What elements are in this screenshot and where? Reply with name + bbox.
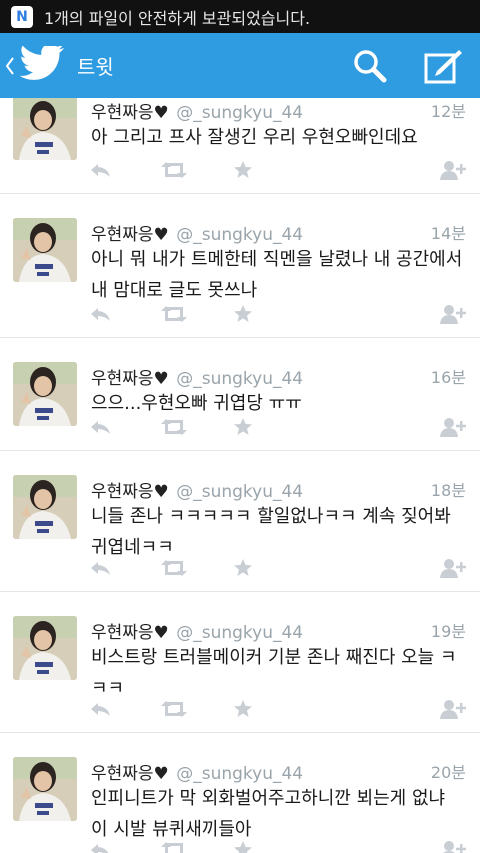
tweet-timestamp: 20분 <box>430 763 466 782</box>
avatar[interactable] <box>13 616 77 680</box>
app-bar: 트윗 <box>0 33 480 98</box>
tweet-item[interactable]: 우현짜응♥ @_sungkyu_44 20분인피니트가 막 외화벌어주고하니깐 뵈… <box>0 733 480 853</box>
follow-user-icon[interactable] <box>440 303 468 325</box>
tweet-item[interactable]: 우현짜응♥ @_sungkyu_44 12분아 그리고 프사 잘생긴 우리 우현오… <box>0 98 480 194</box>
user-handle[interactable]: @_sungkyu_44 <box>171 764 303 784</box>
tweet-timestamp: 18분 <box>430 481 466 500</box>
tweet-item[interactable]: 우현짜응♥ @_sungkyu_44 14분아니 뭐 내가 트메한테 직멘을 날렸… <box>0 194 480 338</box>
follow-user-icon[interactable] <box>440 159 468 181</box>
notification-text: 1개의 파일이 안전하게 보관되었습니다. <box>44 8 311 28</box>
user-display-name[interactable]: 우현짜응♥ <box>91 764 169 784</box>
favorite-star-icon[interactable] <box>233 159 253 181</box>
status-bar: N 1개의 파일이 안전하게 보관되었습니다. <box>0 0 480 33</box>
tweet-item[interactable]: 우현짜응♥ @_sungkyu_44 16분으으...우현오빠 귀엽당 ㅠㅠ <box>0 338 480 451</box>
user-handle[interactable]: @_sungkyu_44 <box>171 482 303 502</box>
tweet-actions <box>0 159 480 181</box>
favorite-star-icon[interactable] <box>233 303 253 325</box>
tweet-actions <box>0 839 480 853</box>
avatar[interactable] <box>13 757 77 821</box>
avatar[interactable] <box>13 98 77 160</box>
tweet-timestamp: 19분 <box>430 622 466 641</box>
reply-icon[interactable] <box>90 557 112 579</box>
tweet-timestamp: 12분 <box>430 102 466 121</box>
user-handle[interactable]: @_sungkyu_44 <box>171 623 303 643</box>
user-display-name[interactable]: 우현짜응♥ <box>91 623 169 643</box>
tweet-text: 아니 뭐 내가 트메한테 직멘을 날렸나 내 공간에서 내 맘대로 글도 못쓰나 <box>91 249 463 301</box>
favorite-star-icon[interactable] <box>233 839 253 853</box>
n-drive-app-icon: N <box>11 5 33 28</box>
retweet-icon[interactable] <box>159 303 189 325</box>
tweet-text: 으으...우현오빠 귀엽당 ㅠㅠ <box>91 393 302 414</box>
page-title: 트윗 <box>77 55 114 79</box>
compose-tweet-icon[interactable] <box>423 47 463 85</box>
tweet-actions <box>0 416 480 438</box>
tweet-text: 인피니트가 막 외화벌어주고하니깐 뵈는게 없냐 이 시발 뷰퀴새끼들아 <box>91 788 446 840</box>
user-display-name[interactable]: 우현짜응♥ <box>91 225 169 245</box>
follow-user-icon[interactable] <box>440 839 468 853</box>
user-handle[interactable]: @_sungkyu_44 <box>171 103 303 123</box>
tweet-item[interactable]: 우현짜응♥ @_sungkyu_44 18분니들 존나 ㅋㅋㅋㅋㅋ 할일없나ㅋㅋ … <box>0 451 480 592</box>
tweet-actions <box>0 303 480 325</box>
tweet-header: 우현짜응♥ @_sungkyu_44 <box>91 98 303 123</box>
search-icon[interactable] <box>352 48 388 84</box>
tweet-header: 우현짜응♥ @_sungkyu_44 <box>91 364 303 389</box>
retweet-icon[interactable] <box>159 159 189 181</box>
follow-user-icon[interactable] <box>440 698 468 720</box>
reply-icon[interactable] <box>90 839 112 853</box>
tweet-item[interactable]: 우현짜응♥ @_sungkyu_44 19분비스트랑 트러블메이커 기분 존나 째… <box>0 592 480 733</box>
favorite-star-icon[interactable] <box>233 416 253 438</box>
user-handle[interactable]: @_sungkyu_44 <box>171 225 303 245</box>
tweet-header: 우현짜응♥ @_sungkyu_44 <box>91 759 303 784</box>
user-display-name[interactable]: 우현짜응♥ <box>91 482 169 502</box>
retweet-icon[interactable] <box>159 416 189 438</box>
follow-user-icon[interactable] <box>440 416 468 438</box>
tweet-text: 아 그리고 프사 잘생긴 우리 우현오빠인데요 <box>91 127 418 148</box>
twitter-bird-icon[interactable] <box>19 45 67 86</box>
user-display-name[interactable]: 우현짜응♥ <box>91 103 169 123</box>
tweet-timestamp: 14분 <box>430 224 466 243</box>
tweet-actions <box>0 557 480 579</box>
tweet-text: 니들 존나 ㅋㅋㅋㅋㅋ 할일없나ㅋㅋ 계속 짖어봐 귀엽네ㅋㅋ <box>91 506 451 558</box>
tweet-actions <box>0 698 480 720</box>
favorite-star-icon[interactable] <box>233 557 253 579</box>
reply-icon[interactable] <box>90 698 112 720</box>
back-chevron-icon[interactable] <box>5 56 17 76</box>
tweet-header: 우현짜응♥ @_sungkyu_44 <box>91 220 303 245</box>
tweet-timeline[interactable]: 우현짜응♥ @_sungkyu_44 12분아 그리고 프사 잘생긴 우리 우현오… <box>0 98 480 853</box>
reply-icon[interactable] <box>90 416 112 438</box>
tweet-timestamp: 16분 <box>430 368 466 387</box>
avatar[interactable] <box>13 475 77 539</box>
user-handle[interactable]: @_sungkyu_44 <box>171 369 303 389</box>
reply-icon[interactable] <box>90 159 112 181</box>
reply-icon[interactable] <box>90 303 112 325</box>
retweet-icon[interactable] <box>159 557 189 579</box>
follow-user-icon[interactable] <box>440 557 468 579</box>
tweet-header: 우현짜응♥ @_sungkyu_44 <box>91 618 303 643</box>
retweet-icon[interactable] <box>159 698 189 720</box>
avatar[interactable] <box>13 218 77 282</box>
user-display-name[interactable]: 우현짜응♥ <box>91 369 169 389</box>
retweet-icon[interactable] <box>159 839 189 853</box>
tweet-text: 비스트랑 트러블메이커 기분 존나 째진다 오늘 ㅋㅋㅋ <box>91 647 457 699</box>
tweet-header: 우현짜응♥ @_sungkyu_44 <box>91 477 303 502</box>
favorite-star-icon[interactable] <box>233 698 253 720</box>
